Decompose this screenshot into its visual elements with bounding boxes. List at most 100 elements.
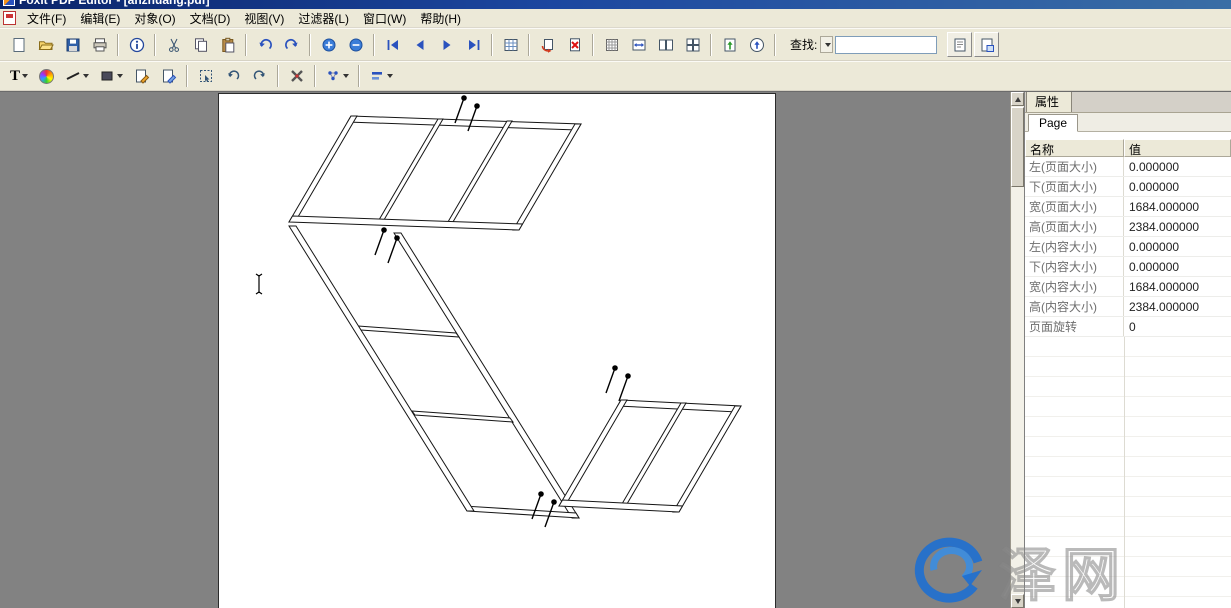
cut-button[interactable]: [161, 32, 186, 57]
edit-page-button[interactable]: [156, 64, 181, 89]
menu-edit[interactable]: 编辑(E): [73, 8, 127, 29]
new-document-button[interactable]: [6, 32, 31, 57]
import-text-icon: [722, 37, 738, 53]
page-grid-button[interactable]: [498, 32, 523, 57]
next-page-button[interactable]: [434, 32, 459, 57]
previous-page-button[interactable]: [407, 32, 432, 57]
menu-object[interactable]: 对象(O): [127, 8, 182, 29]
arrow-up-icon: [1015, 97, 1021, 102]
document-properties-button[interactable]: [947, 32, 972, 57]
property-value[interactable]: 1684.000000: [1124, 277, 1231, 296]
rotate-right-button[interactable]: [247, 64, 272, 89]
scroll-up-button[interactable]: [1011, 92, 1024, 106]
chevron-down-icon: [825, 43, 831, 47]
find-input[interactable]: [835, 36, 937, 54]
tools-button[interactable]: [284, 64, 309, 89]
chevron-down-icon: [22, 74, 28, 78]
multiple-pages-button[interactable]: [680, 32, 705, 57]
align-tool-icon: [369, 68, 385, 84]
toolbar-separator: [186, 65, 188, 87]
hatch-pattern-button[interactable]: [599, 32, 624, 57]
property-value[interactable]: 0.000000: [1124, 177, 1231, 196]
property-name: 左(页面大小): [1025, 157, 1124, 176]
scrollbar-thumb[interactable]: [1011, 107, 1024, 187]
save-button[interactable]: [60, 32, 85, 57]
node-tool-button[interactable]: [321, 64, 353, 89]
property-row[interactable]: 高(内容大小) 2384.000000: [1025, 297, 1231, 317]
find-options-dropdown[interactable]: [820, 36, 833, 53]
property-value[interactable]: 0.000000: [1124, 237, 1231, 256]
property-value[interactable]: 0.000000: [1124, 157, 1231, 176]
zoom-in-button[interactable]: [316, 32, 341, 57]
marquee-select-button[interactable]: [193, 64, 218, 89]
property-row[interactable]: 左(内容大小) 0.000000: [1025, 237, 1231, 257]
tab-page[interactable]: Page: [1028, 114, 1078, 132]
property-row[interactable]: 下(页面大小) 0.000000: [1025, 177, 1231, 197]
scroll-down-button[interactable]: [1011, 594, 1024, 608]
last-page-icon: [466, 37, 482, 53]
color-wheel-icon: [39, 69, 54, 84]
redo-button[interactable]: [279, 32, 304, 57]
undo-button[interactable]: [252, 32, 277, 57]
property-value[interactable]: 2384.000000: [1124, 217, 1231, 236]
property-value[interactable]: 0: [1124, 317, 1231, 336]
document-icon[interactable]: [3, 11, 16, 25]
pdf-page[interactable]: [218, 93, 776, 608]
zoom-in-icon: [321, 37, 337, 53]
toolbar-separator: [774, 34, 776, 56]
delete-page-button[interactable]: [562, 32, 587, 57]
menu-file[interactable]: 文件(F): [20, 8, 73, 29]
vertical-scrollbar[interactable]: [1010, 92, 1024, 608]
print-button[interactable]: [87, 32, 112, 57]
upload-button[interactable]: [744, 32, 769, 57]
main-area: 属性 Page 名称 值 左(页面大小) 0.000000 下(页面大小) 0.…: [0, 91, 1231, 608]
open-button[interactable]: [33, 32, 58, 57]
main-toolbar: 查找:: [0, 28, 1231, 61]
line-tool-button[interactable]: [61, 64, 93, 89]
column-header-name[interactable]: 名称: [1025, 139, 1124, 157]
rotate-left-button[interactable]: [220, 64, 245, 89]
property-row[interactable]: 下(内容大小) 0.000000: [1025, 257, 1231, 277]
edit-object-button[interactable]: [129, 64, 154, 89]
property-value[interactable]: 0.000000: [1124, 257, 1231, 276]
document-info-button[interactable]: [124, 32, 149, 57]
zoom-out-button[interactable]: [343, 32, 368, 57]
column-header-value[interactable]: 值: [1124, 139, 1231, 157]
property-name: 宽(页面大小): [1025, 197, 1124, 216]
rotate-page-button[interactable]: [535, 32, 560, 57]
shape-tool-button[interactable]: [95, 64, 127, 89]
facing-pages-button[interactable]: [653, 32, 678, 57]
property-row[interactable]: 宽(内容大小) 1684.000000: [1025, 277, 1231, 297]
copy-button[interactable]: [188, 32, 213, 57]
text-cursor: [256, 274, 262, 294]
import-text-button[interactable]: [717, 32, 742, 57]
facing-pages-icon: [658, 37, 674, 53]
property-row[interactable]: 页面旋转 0: [1025, 317, 1231, 337]
find-group: 查找:: [790, 36, 937, 54]
document-export-button[interactable]: [974, 32, 999, 57]
cut-icon: [166, 37, 182, 53]
toolbar-separator: [358, 65, 360, 87]
paste-button[interactable]: [215, 32, 240, 57]
color-wheel-button[interactable]: [34, 64, 59, 89]
menu-document[interactable]: 文档(D): [183, 8, 238, 29]
property-row[interactable]: 左(页面大小) 0.000000: [1025, 157, 1231, 177]
menu-filter[interactable]: 过滤器(L): [291, 8, 356, 29]
first-page-button[interactable]: [380, 32, 405, 57]
toolbar-separator: [154, 34, 156, 56]
menu-view[interactable]: 视图(V): [237, 8, 291, 29]
last-page-button[interactable]: [461, 32, 486, 57]
property-row[interactable]: 宽(页面大小) 1684.000000: [1025, 197, 1231, 217]
property-row[interactable]: 高(页面大小) 2384.000000: [1025, 217, 1231, 237]
property-value[interactable]: 2384.000000: [1124, 297, 1231, 316]
property-name: 下(页面大小): [1025, 177, 1124, 196]
menu-window[interactable]: 窗口(W): [356, 8, 413, 29]
menu-help[interactable]: 帮助(H): [413, 8, 468, 29]
align-tool-button[interactable]: [365, 64, 397, 89]
fit-width-button[interactable]: [626, 32, 651, 57]
document-canvas[interactable]: [0, 92, 1010, 608]
property-value[interactable]: 1684.000000: [1124, 197, 1231, 216]
line-icon: [65, 68, 81, 84]
text-tool-button[interactable]: T: [6, 64, 32, 89]
tab-properties[interactable]: 属性: [1026, 92, 1072, 112]
